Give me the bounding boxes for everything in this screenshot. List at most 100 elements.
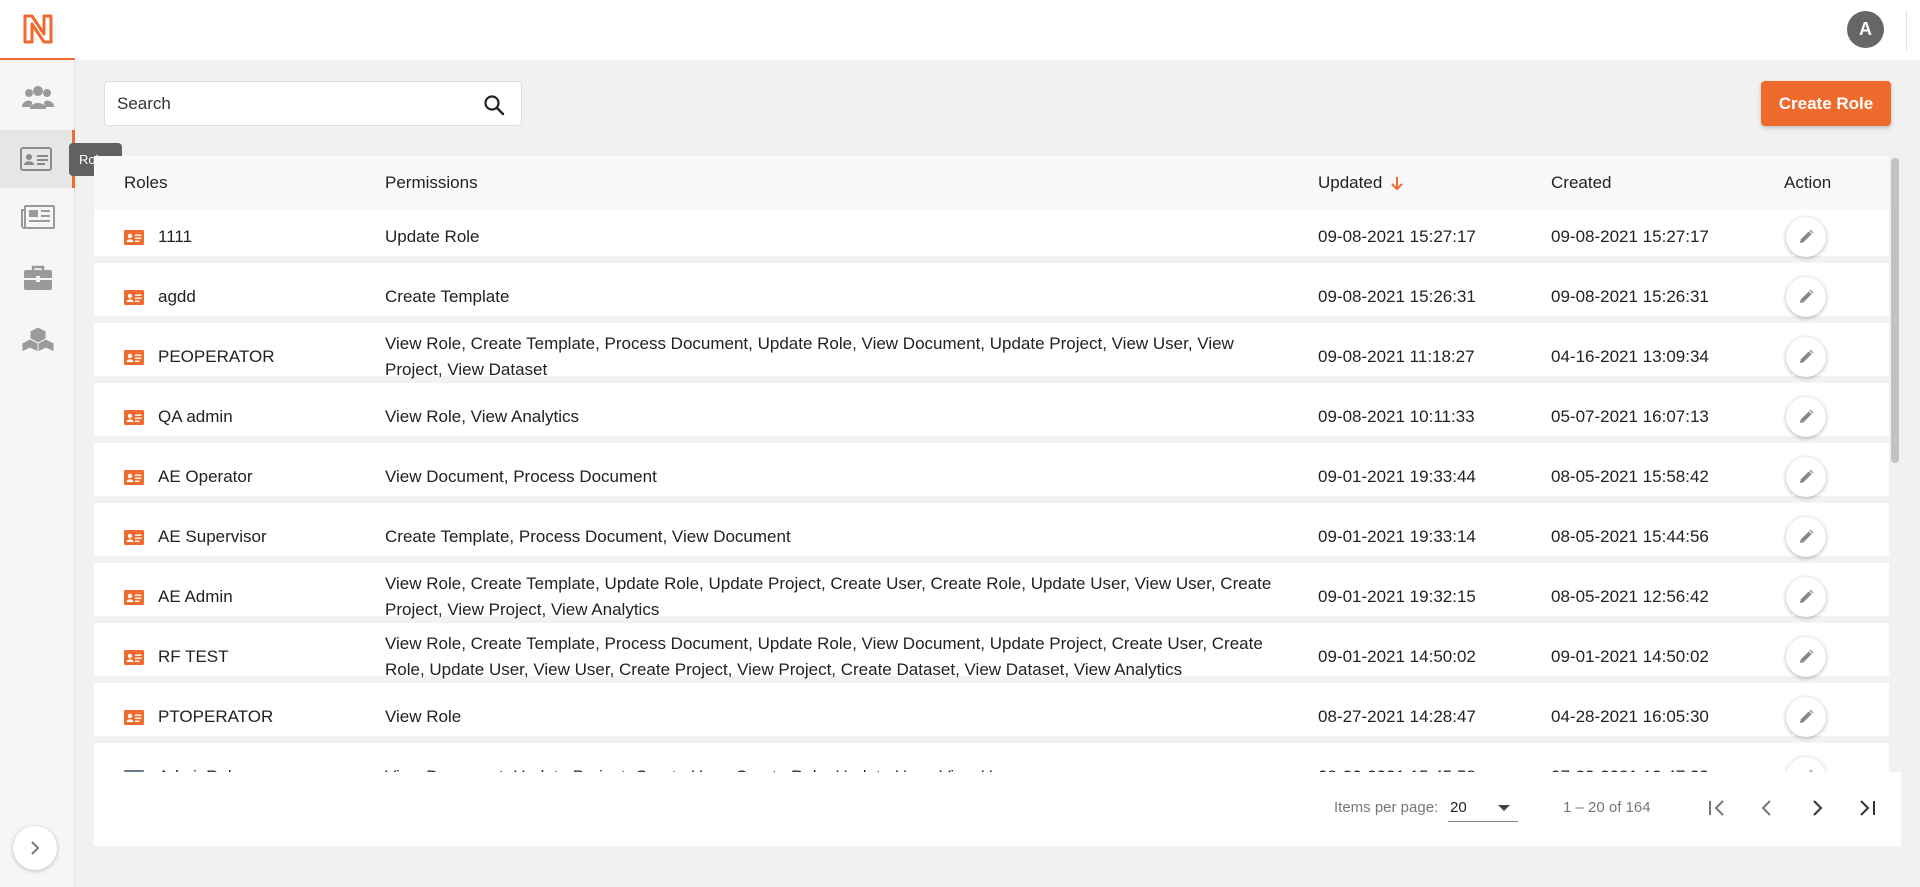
role-card-icon [124, 650, 144, 665]
sidebar-item-datasets[interactable] [0, 311, 75, 369]
edit-role-button[interactable] [1786, 577, 1826, 617]
role-card-icon [124, 470, 144, 485]
sidebar-item-templates[interactable] [0, 188, 75, 246]
items-per-page-value: 20 [1450, 799, 1467, 816]
edit-role-button[interactable] [1786, 637, 1826, 677]
table-row[interactable]: AE Operator View Document, Process Docume… [94, 450, 1889, 503]
role-card-icon [124, 710, 144, 725]
search-icon[interactable] [483, 94, 505, 116]
table-row[interactable]: PTOPERATOR View Role 08-27-2021 14:28:47 04… [94, 690, 1889, 743]
roles-table: Roles Permissions Updated Created Action… [94, 156, 1901, 846]
last-page-button[interactable] [1848, 789, 1886, 827]
role-name: PEOPERATOR [158, 346, 275, 366]
role-permissions: View Document, Update Project, Create Us… [385, 750, 1285, 773]
table-row[interactable]: RF TEST View Role, Create Template, Proce… [94, 630, 1889, 683]
pencil-icon [1800, 709, 1814, 723]
app-logo[interactable] [0, 0, 75, 60]
scrollbar-thumb[interactable] [1891, 158, 1899, 463]
table-row[interactable]: AdminRole View Document, Update Project, … [94, 750, 1889, 772]
edit-role-button[interactable] [1786, 217, 1826, 257]
pencil-icon [1800, 229, 1814, 243]
column-header-permissions[interactable]: Permissions [385, 156, 478, 210]
table-header: Roles Permissions Updated Created Action [94, 156, 1889, 210]
paginator: Items per page: 20 1 – 20 of 164 [94, 772, 1901, 846]
pencil-icon [1800, 349, 1814, 363]
role-updated: 09-01-2021 14:50:02 [1318, 646, 1476, 666]
sort-desc-icon [1391, 177, 1403, 191]
role-updated: 08-26-2021 15:45:58 [1318, 750, 1518, 773]
role-created: 04-28-2021 16:05:30 [1551, 706, 1709, 726]
dropdown-caret-icon [1498, 805, 1510, 811]
items-per-page-select[interactable]: 20 [1448, 794, 1518, 822]
role-updated: 09-01-2021 19:33:44 [1318, 466, 1476, 486]
sidebar-expand-button[interactable] [13, 826, 57, 870]
table-row[interactable]: PEOPERATOR View Role, Create Template, Pr… [94, 330, 1889, 383]
pencil-icon [1800, 409, 1814, 423]
id-card-icon [20, 147, 52, 171]
role-created: 08-05-2021 15:44:56 [1551, 526, 1709, 546]
column-header-updated-label: Updated [1318, 173, 1383, 192]
column-header-updated[interactable]: Updated [1318, 156, 1404, 210]
role-permissions: View Document, Process Document [385, 466, 657, 486]
cubes-icon [21, 326, 54, 353]
edit-role-button[interactable] [1786, 697, 1826, 737]
role-card-icon [124, 350, 144, 365]
table-body: 1111 Update Role 09-08-2021 15:27:17 09-08-… [94, 210, 1889, 772]
first-page-icon [1709, 800, 1724, 816]
column-header-created[interactable]: Created [1551, 156, 1611, 210]
table-row[interactable]: QA admin View Role, View Analytics 09-08-2… [94, 390, 1889, 443]
table-row[interactable]: agdd Create Template 09-08-2021 15:26:31 09… [94, 270, 1889, 323]
pencil-icon [1800, 649, 1814, 663]
role-name: AE Operator [158, 466, 253, 486]
role-name: AE Admin [158, 586, 233, 606]
role-created: 08-05-2021 15:58:42 [1551, 466, 1709, 486]
role-name: RF TEST [158, 646, 229, 666]
table-row[interactable]: AE Supervisor Create Template, Process Do… [94, 510, 1889, 563]
sidebar-item-projects[interactable] [0, 249, 75, 307]
previous-page-button[interactable] [1748, 789, 1786, 827]
role-created: 09-08-2021 15:26:31 [1551, 286, 1709, 306]
role-updated: 09-08-2021 10:11:33 [1318, 406, 1475, 426]
newspaper-icon [20, 205, 55, 229]
items-per-page-label: Items per page: [1334, 799, 1439, 816]
chevron-left-icon [1761, 800, 1771, 816]
next-page-button[interactable] [1798, 789, 1836, 827]
edit-role-button[interactable] [1786, 457, 1826, 497]
sidebar-item-users[interactable] [0, 68, 75, 126]
sidebar-item-roles[interactable] [0, 130, 75, 188]
edit-role-button[interactable] [1786, 757, 1826, 772]
role-permissions: View Role, Create Template, Process Docu… [385, 333, 1234, 379]
role-card-icon [124, 530, 144, 545]
role-name: QA admin [158, 406, 233, 426]
role-card-icon [124, 590, 144, 605]
first-page-button[interactable] [1698, 789, 1736, 827]
chevron-right-icon [31, 841, 40, 855]
role-permissions: Create Template [385, 286, 510, 306]
pencil-icon [1800, 529, 1814, 543]
role-permissions: View Role, Create Template, Process Docu… [385, 633, 1263, 679]
edit-role-button[interactable] [1786, 337, 1826, 377]
role-updated: 08-27-2021 14:28:47 [1318, 706, 1476, 726]
role-name: AdminRole [158, 750, 378, 773]
role-card-icon [124, 230, 144, 245]
pencil-icon [1800, 589, 1814, 603]
role-updated: 09-01-2021 19:32:15 [1318, 586, 1476, 606]
search-input[interactable] [117, 82, 457, 125]
create-role-button[interactable]: Create Role [1761, 81, 1891, 126]
table-row[interactable]: 1111 Update Role 09-08-2021 15:27:17 09-08-… [94, 210, 1889, 263]
avatar[interactable]: A [1847, 11, 1884, 48]
column-header-action: Action [1784, 173, 1832, 192]
edit-role-button[interactable] [1786, 397, 1826, 437]
role-created: 07-23-2021 12:47:33 [1551, 750, 1751, 773]
table-row[interactable]: AE Admin View Role, Create Template, Upda… [94, 570, 1889, 623]
column-header-roles[interactable]: Roles [124, 156, 167, 210]
edit-role-button[interactable] [1786, 277, 1826, 317]
role-created: 09-01-2021 14:50:02 [1551, 646, 1709, 666]
top-bar: A [75, 0, 1920, 60]
role-name: PTOPERATOR [158, 706, 274, 726]
edit-role-button[interactable] [1786, 517, 1826, 557]
role-card-icon [124, 410, 144, 425]
table-scrollbar[interactable] [1889, 156, 1901, 772]
page-range-label: 1 – 20 of 164 [1563, 799, 1651, 816]
pencil-icon [1800, 469, 1814, 483]
